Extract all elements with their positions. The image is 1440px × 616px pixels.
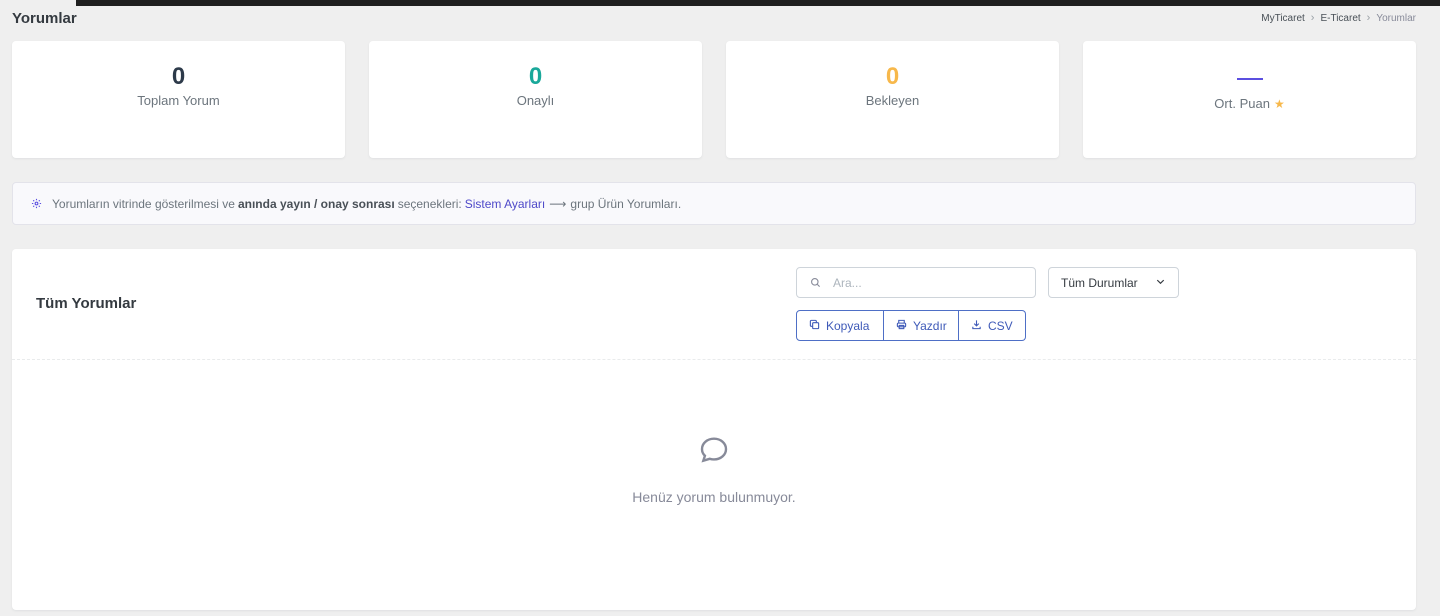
stat-label-total: Toplam Yorum	[12, 93, 345, 108]
search-input[interactable]	[833, 275, 1023, 290]
csv-button-label: CSV	[988, 318, 1013, 333]
export-button-group: Kopyala Yazdır CSV	[796, 310, 1026, 341]
copy-icon	[809, 319, 820, 333]
star-icon: ★	[1273, 96, 1285, 111]
breadcrumb-item-current: Yorumlar	[1376, 12, 1416, 24]
comments-card-header: Tüm Yorumlar Tüm Durumlar	[12, 249, 1416, 360]
settings-info-alert: Yorumların vitrinde gösterilmesi ve anın…	[12, 182, 1416, 225]
print-button-label: Yazdır	[913, 318, 947, 333]
empty-state: Henüz yorum bulunmuyor.	[12, 434, 1416, 505]
comments-card: Tüm Yorumlar Tüm Durumlar	[12, 249, 1416, 610]
copy-button-label: Kopyala	[826, 318, 870, 333]
stat-value-avg-rating-empty	[1236, 78, 1263, 80]
stat-label-pending-text: Bekleyen	[865, 93, 920, 108]
gear-icon	[31, 198, 42, 209]
stat-card-total: 0 Toplam Yorum	[12, 41, 345, 158]
chevron-right-icon: ›	[1366, 12, 1371, 24]
search-icon	[797, 277, 833, 288]
stat-card-avg-rating: Ort. Puan ★	[1083, 41, 1416, 158]
system-settings-link[interactable]: Sistem Ayarları	[465, 197, 545, 211]
info-text-strong: anında yayın / onay sonrası	[237, 196, 395, 211]
comments-card-title: Tüm Yorumlar	[36, 295, 137, 312]
stat-label-avg-rating-text: Ort. Puan	[1214, 96, 1270, 111]
search-box	[796, 267, 1036, 298]
breadcrumb: MyTicaret › E-Ticaret › Yorumlar	[1261, 12, 1416, 24]
stat-label-approved-text: Onaylı	[516, 93, 555, 108]
print-button[interactable]: Yazdır	[884, 310, 959, 341]
chevron-down-icon	[1155, 276, 1166, 290]
empty-state-text: Henüz yorum bulunmuyor.	[632, 489, 796, 505]
stat-card-approved: 0 Onaylı	[369, 41, 702, 158]
breadcrumb-item-eticaret[interactable]: E-Ticaret	[1320, 13, 1360, 24]
info-text-mid: seçenekleri:	[397, 196, 462, 211]
chat-bubble-icon	[698, 434, 730, 471]
status-filter-select[interactable]: Tüm Durumlar	[1048, 267, 1179, 298]
stat-label-avg-rating: Ort. Puan ★	[1083, 96, 1416, 111]
stat-label-total-text: Toplam Yorum	[137, 93, 220, 108]
info-text-before: Yorumların vitrinde gösterilmesi ve	[52, 196, 235, 211]
stat-card-pending: 0 Bekleyen	[726, 41, 1059, 158]
arrow-right-icon: ⟶	[549, 196, 567, 211]
stat-value-pending: 0	[885, 63, 900, 90]
download-icon	[971, 319, 982, 333]
stat-value-approved: 0	[528, 63, 543, 90]
breadcrumb-item-myticaret[interactable]: MyTicaret	[1261, 13, 1305, 24]
page-title: Yorumlar	[12, 10, 77, 27]
top-bar	[76, 0, 1440, 6]
chevron-right-icon: ›	[1310, 12, 1315, 24]
copy-button[interactable]: Kopyala	[796, 310, 884, 341]
stat-value-total: 0	[171, 63, 186, 90]
info-text-after: grup Ürün Yorumları.	[570, 196, 682, 211]
status-filter-value: Tüm Durumlar	[1061, 275, 1138, 290]
stat-label-pending: Bekleyen	[726, 93, 1059, 108]
printer-icon	[896, 319, 907, 333]
csv-button[interactable]: CSV	[959, 310, 1026, 341]
stat-label-approved: Onaylı	[369, 93, 702, 108]
